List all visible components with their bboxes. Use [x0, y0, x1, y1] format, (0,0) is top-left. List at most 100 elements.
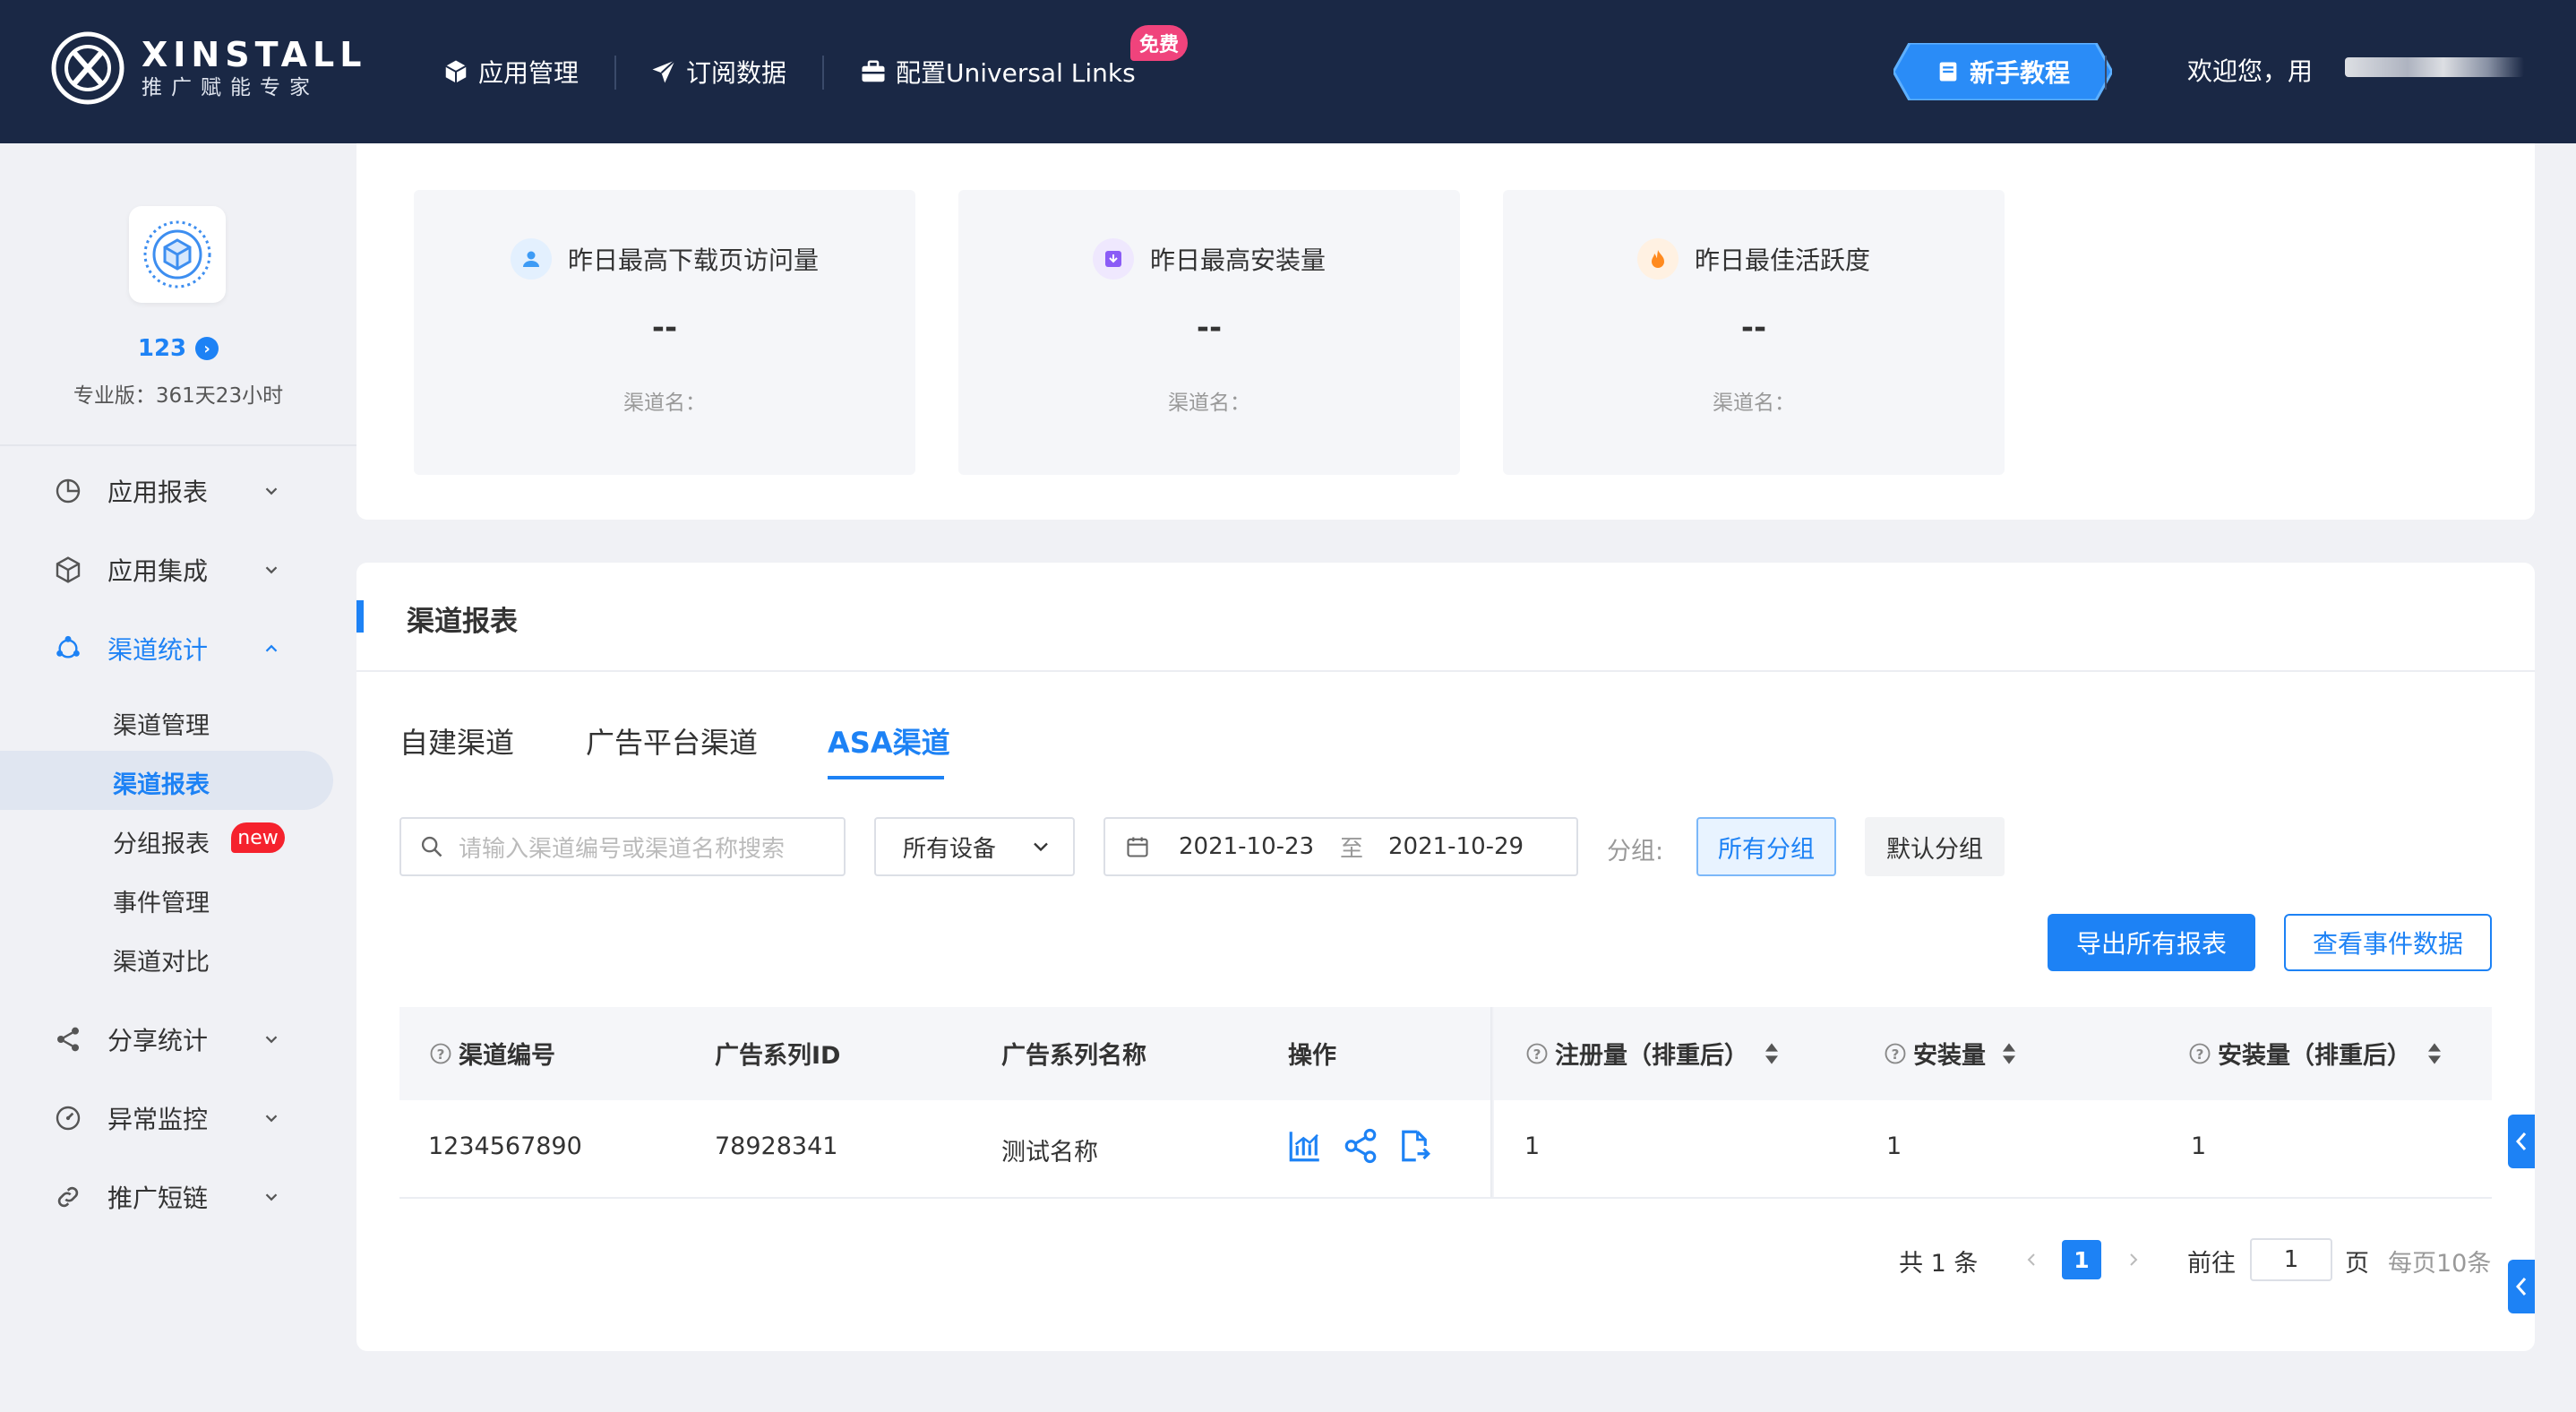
brand-name: XINSTALL [142, 35, 367, 74]
pagination-page-1[interactable]: 1 [2062, 1240, 2101, 1279]
box-icon [56, 556, 81, 583]
sidebar-item-short-links[interactable]: 推广短链 [54, 1179, 278, 1215]
chevron-right-icon[interactable]: › [195, 337, 219, 360]
export-file-icon[interactable] [1395, 1127, 1433, 1165]
stat-channel: 渠道名： [1713, 392, 1795, 415]
brand-logo[interactable]: XINSTALL 推广赋能专家 [50, 30, 366, 106]
svg-text:?: ? [2196, 1046, 2204, 1062]
tab-asa-channels[interactable]: ASA渠道 [828, 720, 950, 762]
free-badge: 免费 [1130, 25, 1188, 61]
link-icon [57, 1186, 79, 1208]
username-redacted[interactable] [2345, 57, 2524, 77]
tab-ad-platform-channels[interactable]: 广告平台渠道 [586, 720, 758, 762]
install-icon [1092, 238, 1134, 280]
calendar-icon [1127, 837, 1148, 857]
paper-plane-icon [652, 59, 676, 83]
group-default-button[interactable]: 默认分组 [1865, 817, 2005, 876]
chevron-right-icon[interactable] [2123, 1247, 2144, 1272]
sidebar-subitem-event-management[interactable]: 事件管理 [113, 883, 210, 918]
svg-text:?: ? [1533, 1046, 1541, 1062]
share-icon[interactable] [1342, 1127, 1379, 1165]
xinstall-logo-icon [51, 31, 125, 105]
chevron-left-icon[interactable] [2021, 1247, 2042, 1272]
sidebar-item-anomaly-monitor[interactable]: 异常监控 [54, 1100, 278, 1136]
sidebar-item-app-integration[interactable]: 应用集成 [54, 552, 278, 588]
cube-icon [445, 60, 467, 83]
pie-chart-icon [56, 478, 81, 504]
chevron-left-icon [2515, 1278, 2527, 1296]
sidebar-item-share-stats[interactable]: 分享统计 [54, 1021, 278, 1057]
channel-search-input[interactable]: 请输入渠道编号或渠道名称搜索 [399, 817, 846, 876]
pagination-page-unit: 页 [2345, 1250, 2369, 1278]
brand-tagline: 推广赋能专家 [142, 76, 319, 99]
cell-campaign-name: 测试名称 [1001, 1139, 1098, 1167]
help-icon[interactable]: ? [1883, 1041, 1908, 1066]
sidebar-item-channel-stats[interactable]: 渠道统计 [54, 631, 278, 667]
new-badge: new [231, 822, 285, 853]
sort-icon[interactable] [2426, 1041, 2443, 1066]
nav-label: 配置Universal Links [896, 58, 1136, 88]
sidebar-subitem-channel-reports[interactable]: 渠道报表 [113, 765, 210, 800]
app-icon[interactable] [129, 206, 226, 303]
tutorial-button[interactable]: 新手教程 [1893, 43, 2112, 100]
date-start[interactable]: 2021-10-23 [1179, 833, 1314, 860]
column-label: 安装量（排重后） [2218, 1042, 2411, 1070]
sidebar-item-label: 渠道统计 [107, 635, 209, 665]
pagination-per-page[interactable]: 每页10条 [2388, 1244, 2491, 1279]
nav-universal-links[interactable]: 配置Universal Links [860, 0, 1136, 143]
pagination-goto-label: 前往 [2187, 1250, 2236, 1278]
help-icon[interactable]: ? [1524, 1041, 1550, 1066]
app-plan: 专业版：361天23小时 [73, 384, 284, 408]
device-select-value: 所有设备 [903, 835, 997, 863]
help-icon[interactable]: ? [428, 1041, 453, 1066]
group-all-button[interactable]: 所有分组 [1696, 817, 1836, 876]
gauge-icon [56, 1106, 81, 1131]
sort-icon[interactable] [2000, 1041, 2018, 1066]
sidebar-item-app-reports[interactable]: 应用报表 [54, 473, 278, 509]
cell-installs: 1 [1886, 1132, 1902, 1160]
cell-campaign-id: 78928341 [715, 1132, 838, 1160]
side-panel-toggle[interactable] [2508, 1260, 2535, 1313]
app-name-text: 123 [137, 335, 187, 362]
svg-text:?: ? [437, 1046, 445, 1062]
column-header-campaign-name[interactable]: 广告系列名称 [1001, 1036, 1146, 1071]
view-event-data-button[interactable]: 查看事件数据 [2284, 914, 2492, 971]
tab-self-built-channels[interactable]: 自建渠道 [399, 720, 514, 762]
table-row-divider [399, 1197, 2492, 1199]
chevron-down-icon [265, 1036, 278, 1044]
column-header-installs[interactable]: ? 安装量 [1883, 1036, 2018, 1071]
cell-registrations: 1 [1524, 1132, 1541, 1160]
group-label: 分组: [1607, 838, 1664, 865]
column-header-campaign-id[interactable]: 广告系列ID [715, 1036, 840, 1071]
section-accent-bar [356, 600, 364, 633]
chevron-down-icon [265, 1115, 278, 1123]
nav-subscription-data[interactable]: 订阅数据 [650, 0, 786, 143]
pagination-goto-input[interactable]: 1 [2250, 1238, 2332, 1281]
sidebar-subitem-channel-management[interactable]: 渠道管理 [113, 706, 210, 741]
help-icon[interactable]: ? [2187, 1041, 2212, 1066]
sidebar-subitem-channel-compare[interactable]: 渠道对比 [113, 943, 210, 977]
nav-label: 订阅数据 [686, 58, 787, 88]
column-header-installs-dedup[interactable]: ? 安装量（排重后） [2187, 1036, 2443, 1071]
bar-chart-icon[interactable] [1286, 1127, 1324, 1165]
side-panel-toggle[interactable] [2508, 1115, 2535, 1168]
search-icon [421, 836, 442, 857]
app-name[interactable]: 123 › [0, 335, 356, 362]
stat-value: -- [1740, 310, 1767, 346]
sort-icon[interactable] [1763, 1041, 1781, 1066]
date-end[interactable]: 2021-10-29 [1388, 833, 1524, 860]
column-header-registrations[interactable]: ? 注册量（排重后） [1524, 1036, 1781, 1071]
welcome-text: 欢迎您，用 [2187, 56, 2314, 86]
report-title: 渠道报表 [407, 606, 518, 638]
date-range-picker[interactable]: 2021-10-23 至 2021-10-29 [1103, 817, 1578, 876]
column-header-channel-id[interactable]: ? 渠道编号 [428, 1036, 555, 1071]
export-all-reports-button[interactable]: 导出所有报表 [2048, 914, 2255, 971]
device-select[interactable]: 所有设备 [874, 817, 1075, 876]
stat-channel: 渠道名： [1168, 392, 1250, 415]
sidebar-subitem-group-reports[interactable]: 分组报表 [113, 824, 210, 859]
nav-label: 应用管理 [478, 58, 580, 88]
stat-title: 昨日最高安装量 [1149, 245, 1326, 275]
nav-app-management[interactable]: 应用管理 [442, 0, 579, 143]
chevron-down-icon [1034, 842, 1048, 852]
stat-card-download-visits: 昨日最高下载页访问量 -- 渠道名： [414, 190, 915, 475]
